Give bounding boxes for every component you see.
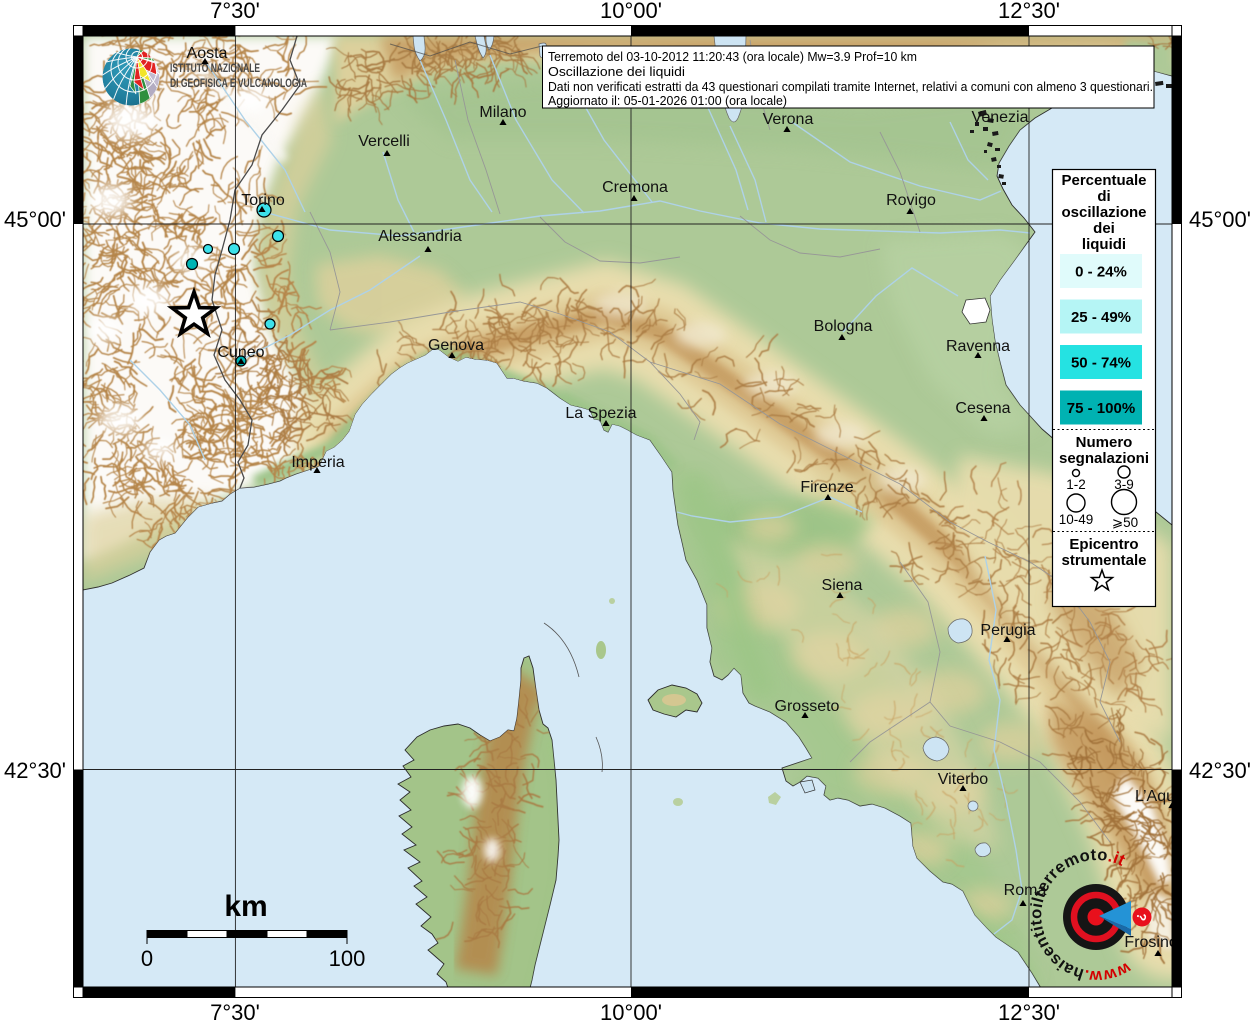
svg-text:75 - 100%: 75 - 100% <box>1067 400 1135 417</box>
svg-text:Alessandria: Alessandria <box>378 228 462 245</box>
svg-text:⩾50: ⩾50 <box>1112 515 1138 530</box>
svg-text:Dati non verificati estratti d: Dati non verificati estratti da 43 quest… <box>548 79 1153 94</box>
svg-text:Bologna: Bologna <box>814 318 873 335</box>
svg-text:12°30': 12°30' <box>998 0 1060 23</box>
svg-text:100: 100 <box>329 946 366 971</box>
svg-text:Terremoto del 03-10-2012 11:20: Terremoto del 03-10-2012 11:20:43 (ora l… <box>548 49 917 64</box>
svg-text:Firenze: Firenze <box>800 479 853 496</box>
svg-text:Siena: Siena <box>822 577 863 594</box>
svg-text:Aggiornato il: 05-01-2026 01:0: Aggiornato il: 05-01-2026 01:00 (ora loc… <box>548 93 787 108</box>
svg-text:Percentuale: Percentuale <box>1061 172 1146 189</box>
svg-text:oscillazione: oscillazione <box>1061 204 1146 221</box>
svg-text:dei: dei <box>1093 220 1115 237</box>
svg-text:Numero: Numero <box>1076 434 1133 451</box>
svg-text:Venezia: Venezia <box>972 109 1029 126</box>
svg-text:L’Aquila: L’Aquila <box>1135 788 1191 805</box>
svg-text:Genova: Genova <box>428 337 484 354</box>
svg-text:Grosseto: Grosseto <box>775 698 840 715</box>
svg-text:3-9: 3-9 <box>1114 477 1134 492</box>
svg-text:DI GEOFISICA E VULCANOLOGIA: DI GEOFISICA E VULCANOLOGIA <box>170 76 307 90</box>
svg-text:0 - 24%: 0 - 24% <box>1075 264 1127 281</box>
svg-text:10°00': 10°00' <box>600 1000 662 1024</box>
svg-text:ISTITUTO NAZIONALE: ISTITUTO NAZIONALE <box>170 61 260 75</box>
svg-text:7°30': 7°30' <box>210 1000 260 1024</box>
svg-text:25 - 49%: 25 - 49% <box>1071 309 1131 326</box>
svg-text:Vercelli: Vercelli <box>358 133 410 150</box>
svg-text:10-49: 10-49 <box>1059 512 1094 527</box>
svg-text:42°30': 42°30' <box>4 758 66 783</box>
svg-text:Epicentro: Epicentro <box>1069 536 1138 553</box>
svg-text:Torino: Torino <box>241 192 285 209</box>
svg-text:1-2: 1-2 <box>1066 477 1086 492</box>
svg-text:km: km <box>224 890 267 923</box>
svg-text:12°30': 12°30' <box>998 1000 1060 1024</box>
svg-text:liquidi: liquidi <box>1082 236 1126 253</box>
svg-text:segnalazioni: segnalazioni <box>1059 450 1149 467</box>
svg-text:strumentale: strumentale <box>1061 552 1146 569</box>
svg-text:42°30': 42°30' <box>1189 758 1251 783</box>
svg-text:45°00': 45°00' <box>1189 207 1251 232</box>
svg-text:Oscillazione dei liquidi: Oscillazione dei liquidi <box>548 64 685 79</box>
svg-text:Frosinone: Frosinone <box>1124 934 1195 951</box>
svg-text:Rovigo: Rovigo <box>886 192 936 209</box>
svg-text:Aosta: Aosta <box>187 45 228 62</box>
svg-text:di: di <box>1097 188 1110 205</box>
svg-text:7°30': 7°30' <box>210 0 260 23</box>
svg-text:Verona: Verona <box>763 111 814 128</box>
svg-text:Perugia: Perugia <box>980 622 1035 639</box>
svg-text:Cremona: Cremona <box>602 179 668 196</box>
svg-text:45°00': 45°00' <box>4 207 66 232</box>
svg-text:10°00': 10°00' <box>600 0 662 23</box>
svg-text:50 - 74%: 50 - 74% <box>1071 355 1131 372</box>
svg-text:Imperia: Imperia <box>291 454 344 471</box>
svg-text:Milano: Milano <box>479 104 526 121</box>
svg-text:Cesena: Cesena <box>955 400 1010 417</box>
svg-text:La Spezia: La Spezia <box>565 405 636 422</box>
svg-text:0: 0 <box>141 946 153 971</box>
